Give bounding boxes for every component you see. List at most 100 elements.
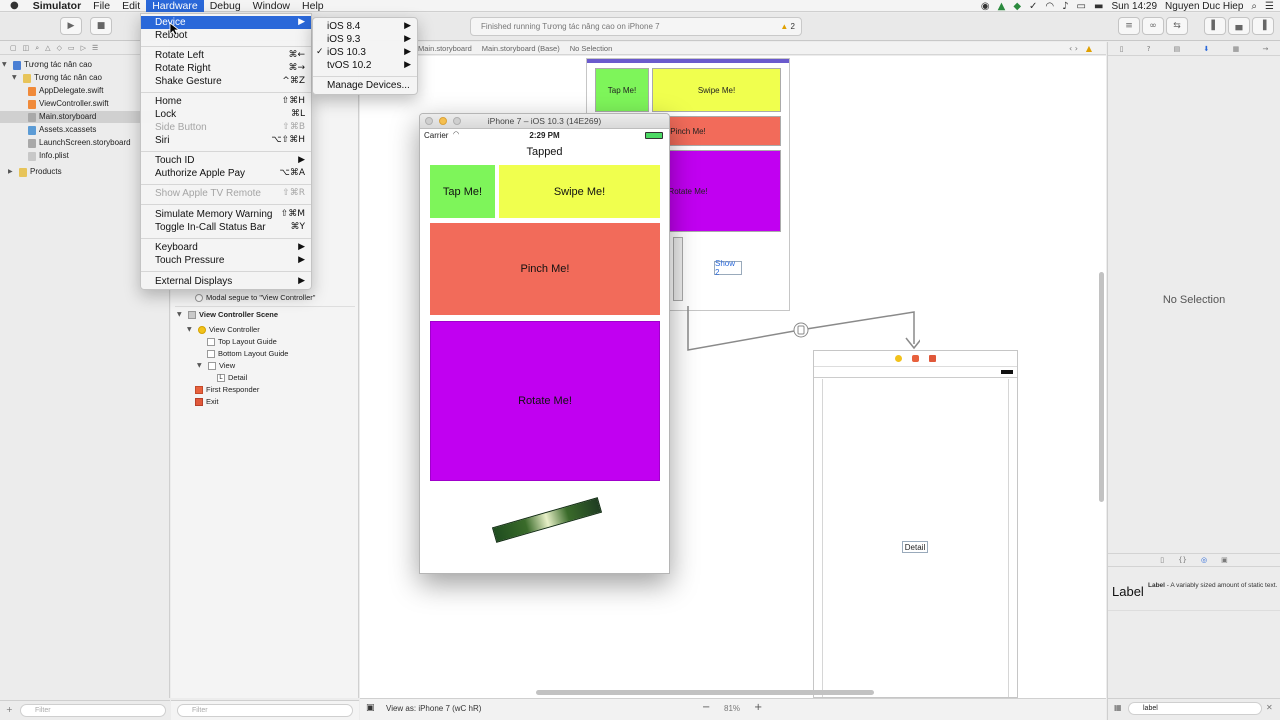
outline-scene[interactable]: ▼ View Controller Scene bbox=[177, 309, 278, 320]
stop-button[interactable]: ■ bbox=[90, 17, 112, 35]
outline-bottom-layout-guide[interactable]: Bottom Layout Guide bbox=[207, 348, 288, 359]
warning-icon[interactable]: ▲ bbox=[1086, 44, 1092, 53]
search-icon[interactable]: ⌕ bbox=[35, 44, 39, 53]
outline-view-controller[interactable]: ▼ View Controller bbox=[187, 324, 260, 335]
file-inspector-icon[interactable]: ▯ bbox=[1120, 45, 1124, 53]
assistant-editor-button[interactable]: ∞ bbox=[1142, 17, 1164, 35]
outline-first-responder[interactable]: First Responder bbox=[195, 384, 259, 395]
identity-inspector-icon[interactable]: ▤ bbox=[1174, 45, 1181, 53]
jump-item-selection[interactable]: No Selection bbox=[570, 44, 613, 53]
menu-item-external-displays[interactable]: External Displays ▶ bbox=[141, 275, 311, 288]
outline-toggle-icon[interactable]: ▣ bbox=[366, 703, 375, 713]
help-inspector-icon[interactable]: ? bbox=[1147, 45, 1151, 53]
record-icon[interactable]: ◉ bbox=[981, 1, 990, 12]
navigator-toggle[interactable]: ▌ bbox=[1204, 17, 1226, 35]
zoom-in-icon[interactable]: + bbox=[754, 702, 762, 713]
simulator-title-bar[interactable]: iPhone 7 – iOS 10.3 (14E269) bbox=[420, 114, 669, 129]
clear-icon[interactable]: ✕ bbox=[1266, 703, 1273, 712]
first-responder-icon[interactable] bbox=[912, 355, 919, 362]
folder-icon[interactable]: ▢ bbox=[10, 44, 17, 52]
debug-area-toggle[interactable]: ▄ bbox=[1228, 17, 1250, 35]
menu-edit[interactable]: Edit bbox=[116, 0, 146, 12]
volume-icon[interactable]: ♪ bbox=[1062, 1, 1068, 12]
add-icon[interactable]: + bbox=[6, 705, 13, 714]
outline-detail-label[interactable]: L Detail bbox=[217, 372, 247, 383]
rotate-gesture-view[interactable]: Rotate Me! bbox=[430, 321, 660, 481]
breakpoint-icon[interactable]: ▷ bbox=[81, 44, 86, 52]
menu-item-touch-pressure[interactable]: Touch Pressure ▶ bbox=[141, 254, 311, 267]
size-inspector-icon[interactable]: ▦ bbox=[1233, 45, 1240, 53]
outline-exit[interactable]: Exit bbox=[195, 396, 219, 407]
menu-window[interactable]: Window bbox=[247, 0, 296, 12]
swipe-gesture-view[interactable]: Swipe Me! bbox=[499, 165, 660, 218]
standard-editor-button[interactable]: ≡ bbox=[1118, 17, 1140, 35]
sb-tap-view[interactable]: Tap Me! bbox=[595, 68, 649, 112]
zoom-out-icon[interactable]: − bbox=[702, 702, 710, 713]
evernote-icon[interactable]: ▲ bbox=[998, 1, 1006, 12]
symbol-icon[interactable]: ◫ bbox=[23, 44, 30, 52]
flag-icon[interactable]: ▬ bbox=[1094, 1, 1103, 12]
sb-show2-button[interactable]: Show 2 bbox=[714, 259, 742, 277]
tap-gesture-view[interactable]: Tap Me! bbox=[430, 165, 495, 218]
submenu-ios-8-4[interactable]: iOS 8.4 ▶ bbox=[313, 20, 417, 33]
menu-help[interactable]: Help bbox=[296, 0, 330, 12]
zoom-level[interactable]: 81% bbox=[724, 704, 740, 713]
connections-inspector-icon[interactable]: → bbox=[1262, 45, 1268, 53]
pinch-gesture-view[interactable]: Pinch Me! bbox=[430, 223, 660, 315]
file-template-icon[interactable]: ▯ bbox=[1160, 556, 1164, 564]
vertical-scrollbar[interactable] bbox=[1099, 272, 1104, 502]
sb-detail-label[interactable]: Detail bbox=[902, 541, 928, 553]
close-window-icon[interactable] bbox=[425, 117, 433, 125]
sb-swipe-view[interactable]: Swipe Me! bbox=[652, 68, 781, 112]
menu-hardware[interactable]: Hardware bbox=[146, 0, 204, 12]
menu-item-lock[interactable]: Lock ⌘L bbox=[141, 108, 311, 121]
attributes-inspector-icon[interactable]: ⬇ bbox=[1204, 45, 1210, 53]
scene-detail[interactable]: Detail bbox=[813, 350, 1018, 698]
code-snippet-icon[interactable]: {} bbox=[1178, 556, 1187, 564]
battery-icon[interactable]: ▭ bbox=[1077, 1, 1086, 12]
rotated-image-view[interactable] bbox=[491, 497, 603, 543]
debug-icon[interactable]: ▭ bbox=[68, 44, 75, 52]
menubar-clock[interactable]: Sun 14:29 bbox=[1111, 1, 1157, 12]
outline-view[interactable]: ▼ View bbox=[197, 360, 235, 371]
sb-image-view[interactable] bbox=[673, 237, 683, 301]
object-library-icon[interactable]: ◎ bbox=[1201, 556, 1207, 564]
report-icon[interactable]: ☰ bbox=[92, 44, 98, 52]
notification-center-icon[interactable]: ☰ bbox=[1265, 1, 1274, 12]
outline-top-layout-guide[interactable]: Top Layout Guide bbox=[207, 336, 277, 347]
menu-item-memory-warning[interactable]: Simulate Memory Warning ⇧⌘M bbox=[141, 208, 311, 221]
library-search-input[interactable]: label bbox=[1128, 702, 1262, 715]
apple-logo-icon[interactable]: ● bbox=[0, 0, 27, 11]
menu-item-rotate-left[interactable]: Rotate Left ⌘← bbox=[141, 49, 311, 62]
menu-item-siri[interactable]: Siri ⌥⇧⌘H bbox=[141, 134, 311, 147]
horizontal-scrollbar[interactable] bbox=[536, 690, 874, 695]
jump-item-file[interactable]: Main.storyboard bbox=[418, 44, 472, 53]
grid-view-icon[interactable]: ▦ bbox=[1114, 703, 1122, 712]
media-library-icon[interactable]: ▣ bbox=[1221, 556, 1228, 564]
library-item-label[interactable]: Label Label - A variably sized amount of… bbox=[1112, 580, 1278, 610]
menu-item-touch-id[interactable]: Touch ID ▶ bbox=[141, 154, 311, 167]
detail-root-view[interactable] bbox=[822, 379, 1009, 697]
menu-item-reboot[interactable]: Reboot bbox=[141, 29, 311, 42]
menu-item-shake[interactable]: Shake Gesture ^⌘Z bbox=[141, 75, 311, 88]
menu-file[interactable]: File bbox=[87, 0, 116, 12]
segue-connector[interactable] bbox=[680, 306, 920, 356]
test-icon[interactable]: ◇ bbox=[57, 44, 62, 52]
view-as-label[interactable]: View as: iPhone 7 (wC hR) bbox=[386, 704, 481, 713]
menu-item-home[interactable]: Home ⇧⌘H bbox=[141, 95, 311, 108]
run-button[interactable]: ▶ bbox=[60, 17, 82, 35]
view-controller-icon[interactable] bbox=[895, 355, 902, 362]
menu-item-device[interactable]: Device ▶ bbox=[141, 16, 311, 29]
spotlight-icon[interactable]: ⌕ bbox=[1251, 1, 1257, 12]
navigator-filter-input[interactable]: Filter bbox=[20, 704, 166, 717]
utilities-toggle[interactable]: ▐ bbox=[1252, 17, 1274, 35]
submenu-manage-devices[interactable]: Manage Devices... bbox=[313, 79, 417, 92]
dropbox-icon[interactable]: ✓ bbox=[1029, 1, 1037, 12]
menu-item-rotate-right[interactable]: Rotate Right ⌘→ bbox=[141, 62, 311, 75]
wifi-icon[interactable]: ◠ bbox=[1045, 1, 1054, 12]
minimize-window-icon[interactable] bbox=[439, 117, 447, 125]
submenu-tvos-10-2[interactable]: tvOS 10.2 ▶ bbox=[313, 59, 417, 72]
issue-icon[interactable]: △ bbox=[45, 44, 50, 52]
submenu-ios-10-3[interactable]: ✓ iOS 10.3 ▶ bbox=[313, 46, 417, 59]
nav-back-forward-icon[interactable]: ‹ › bbox=[1069, 44, 1078, 53]
